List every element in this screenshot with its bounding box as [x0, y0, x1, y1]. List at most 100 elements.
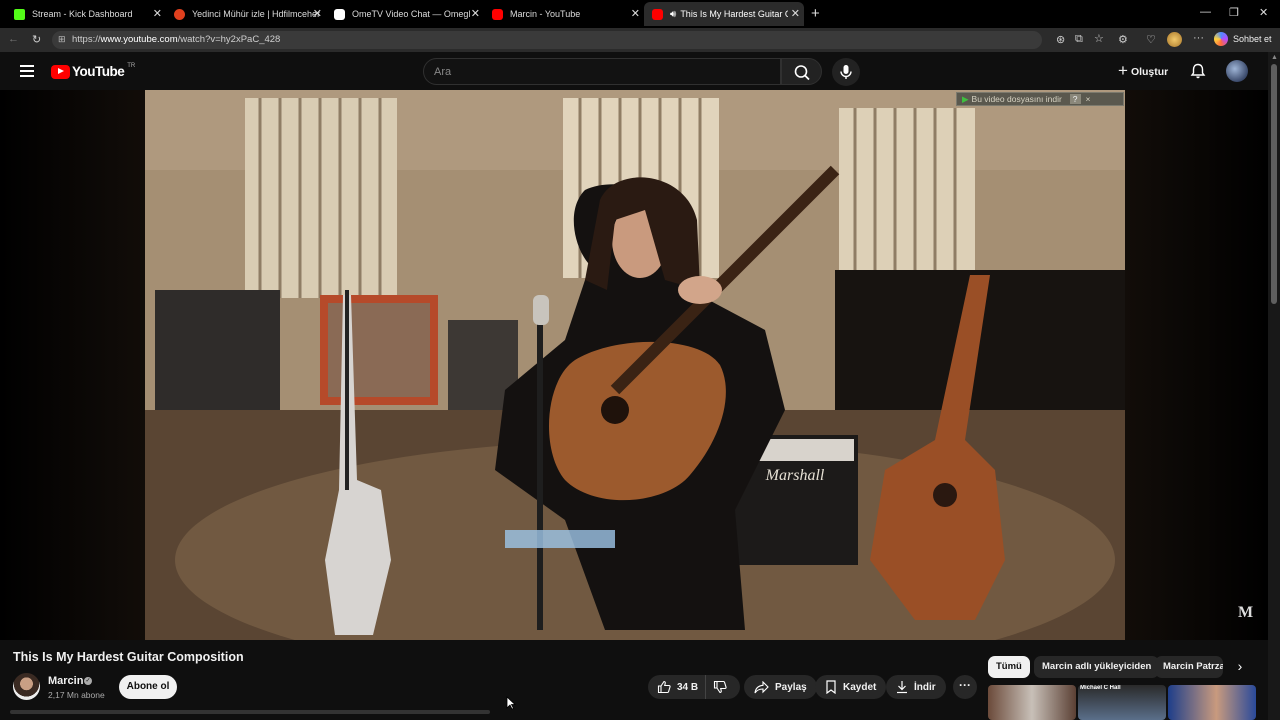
- related-video-thumbnail[interactable]: [988, 685, 1076, 720]
- voice-search-button[interactable]: [832, 58, 860, 86]
- download-help-button[interactable]: ?: [1069, 94, 1081, 104]
- download-overlay-close-button[interactable]: ×: [1086, 94, 1091, 104]
- site-info-icon[interactable]: ⊞: [58, 34, 66, 45]
- tab-title: This Is My Hardest Guitar Con: [680, 9, 789, 19]
- scroll-up-icon[interactable]: ▲: [1271, 54, 1278, 61]
- dislike-button[interactable]: [706, 675, 740, 699]
- chip-from-uploader[interactable]: Marcin adlı yükleyiciden: [1034, 656, 1160, 678]
- hamburger-menu-icon[interactable]: [20, 65, 34, 77]
- video-frame[interactable]: Marshall: [145, 90, 1125, 640]
- notifications-button[interactable]: [1189, 62, 1207, 85]
- like-button[interactable]: 34 B: [648, 675, 706, 699]
- mouse-cursor-icon: [506, 696, 517, 715]
- plus-icon: +: [1118, 61, 1128, 80]
- youtube-wordmark: YouTube: [72, 64, 125, 79]
- svg-text:Marshall: Marshall: [765, 467, 825, 484]
- youtube-favicon-icon: [492, 8, 503, 20]
- search-box: [423, 58, 781, 85]
- close-window-icon[interactable]: ✕: [1259, 6, 1268, 19]
- close-tab-icon[interactable]: ✕: [791, 7, 800, 20]
- address-bar[interactable]: ⊞ https://www.youtube.com/watch?v=hy2xPa…: [52, 31, 1042, 49]
- thumbs-up-icon: [657, 680, 671, 694]
- search-button[interactable]: [781, 58, 822, 85]
- page-scrollbar[interactable]: ▲: [1268, 52, 1280, 720]
- youtube-logo[interactable]: YouTube TR: [51, 62, 136, 79]
- chip-all[interactable]: Tümü: [988, 656, 1030, 678]
- like-count: 34 B: [677, 681, 699, 693]
- country-code: TR: [127, 62, 136, 69]
- save-label: Kaydet: [843, 681, 877, 693]
- search-input[interactable]: [434, 64, 764, 80]
- download-button[interactable]: İndir: [886, 675, 946, 699]
- related-video-thumbnail[interactable]: [1168, 685, 1256, 720]
- tab-hdfilmcehennemi[interactable]: Yedinci Mühür izle | Hdfilmcehenn ✕: [166, 2, 326, 26]
- favorite-star-icon[interactable]: ☆: [1094, 32, 1104, 45]
- extensions-icon[interactable]: ⚙: [1118, 33, 1128, 46]
- player-letterbox-right: [1125, 90, 1268, 640]
- close-tab-icon[interactable]: ✕: [153, 7, 162, 20]
- browser-essentials-icon[interactable]: ♡: [1146, 33, 1156, 46]
- close-tab-icon[interactable]: ✕: [631, 7, 640, 20]
- tab-kick-dashboard[interactable]: Stream - Kick Dashboard ✕: [6, 2, 166, 26]
- kick-favicon-icon: [14, 8, 25, 20]
- speaker-icon[interactable]: 🔊︎: [670, 9, 676, 20]
- browser-toolbar: ← ↻ ⊞ https://www.youtube.com/watch?v=hy…: [0, 28, 1280, 52]
- tab-title: Yedinci Mühür izle | Hdfilmcehenn: [192, 9, 320, 19]
- url-prefix: https://: [72, 34, 101, 45]
- chevron-right-icon[interactable]: ›: [1230, 658, 1250, 678]
- more-actions-button[interactable]: ···: [953, 675, 977, 699]
- download-overlay-label: Bu video dosyasını indir: [971, 94, 1062, 104]
- tab-ometv[interactable]: OmeTV Video Chat — Omegl ✕: [326, 2, 484, 26]
- back-icon[interactable]: ←: [8, 33, 19, 45]
- new-tab-icon[interactable]: +: [811, 5, 820, 22]
- youtube-play-logo-icon: [51, 64, 70, 79]
- ometv-favicon-icon: [334, 8, 345, 20]
- url-text[interactable]: https://www.youtube.com/watch?v=hy2xPaC_…: [72, 34, 280, 45]
- search-icon: [794, 65, 810, 81]
- tab-marcin-youtube[interactable]: Marcin - YouTube ✕: [484, 2, 644, 26]
- save-button[interactable]: Kaydet: [815, 675, 887, 699]
- close-tab-icon[interactable]: ✕: [313, 7, 322, 20]
- tab-title: Stream - Kick Dashboard: [32, 9, 133, 19]
- create-button[interactable]: + Oluştur: [1112, 61, 1174, 83]
- thumbs-down-icon: [713, 680, 727, 694]
- scrollbar-thumb[interactable]: [1271, 64, 1277, 304]
- more-menu-icon[interactable]: ···: [1193, 32, 1204, 44]
- copilot-icon: [1214, 32, 1228, 46]
- download-label: İndir: [914, 681, 936, 693]
- account-avatar[interactable]: [1226, 60, 1248, 82]
- youtube-favicon-icon: [652, 8, 663, 20]
- url-host: www.youtube.com: [100, 34, 178, 45]
- browser-tab-strip: Stream - Kick Dashboard ✕ Yedinci Mühür …: [0, 0, 1280, 28]
- translate-icon[interactable]: ⊛: [1056, 33, 1065, 46]
- video-player[interactable]: Marshall ▶ Bu video dosyasını indir ? × …: [0, 90, 1268, 640]
- horizontal-scrollbar[interactable]: [10, 710, 490, 714]
- youtube-header: YouTube TR + Oluştur: [0, 52, 1268, 90]
- download-video-overlay[interactable]: ▶ Bu video dosyasını indir ? ×: [956, 92, 1124, 106]
- chip-marcin-patrzalek[interactable]: Marcin Patrza: [1155, 656, 1223, 678]
- bookmark-icon: [826, 680, 836, 694]
- split-screen-icon[interactable]: ⧉: [1075, 33, 1083, 46]
- profile-avatar-icon[interactable]: [1167, 32, 1182, 47]
- close-tab-icon[interactable]: ✕: [471, 7, 480, 20]
- reload-icon[interactable]: ↻: [32, 33, 41, 46]
- related-video-thumbnail[interactable]: Michael C Hall: [1078, 685, 1166, 720]
- restore-icon[interactable]: ❐: [1229, 6, 1239, 19]
- url-path: /watch?v=hy2xPaC_428: [177, 34, 281, 45]
- channel-name[interactable]: Marcin: [48, 675, 83, 687]
- subscriber-count: 2,17 Mn abone: [48, 690, 105, 700]
- film-site-favicon-icon: [174, 8, 185, 20]
- minimize-icon[interactable]: —: [1200, 6, 1211, 18]
- share-button[interactable]: Paylaş: [744, 675, 817, 699]
- subscribe-button[interactable]: Abone ol: [119, 675, 177, 699]
- download-icon: [897, 681, 907, 694]
- bell-icon: [1190, 63, 1206, 79]
- create-label: Oluştur: [1130, 66, 1169, 78]
- player-letterbox-left: [0, 90, 145, 640]
- download-play-icon: ▶: [962, 93, 969, 104]
- like-dislike-bar: 34 B: [648, 675, 740, 699]
- copilot-chat-button[interactable]: Sohbet et: [1214, 32, 1272, 46]
- channel-watermark[interactable]: M: [1238, 604, 1253, 622]
- channel-avatar[interactable]: [13, 673, 40, 700]
- tab-hardest-guitar[interactable]: 🔊︎ This Is My Hardest Guitar Con ✕: [644, 2, 804, 26]
